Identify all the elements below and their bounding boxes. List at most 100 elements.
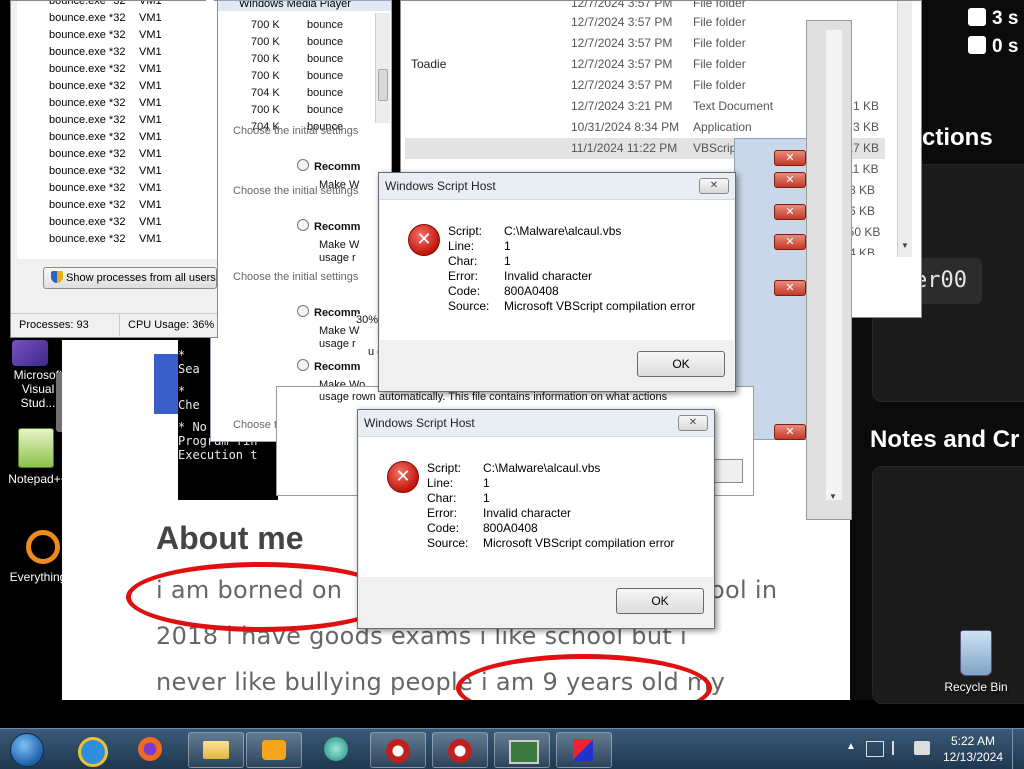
table-row[interactable]: bounce.exe *32 VM1 (17, 27, 217, 44)
show-all-processes-button[interactable]: Show processes from all users (43, 267, 217, 289)
table-row[interactable]: bounce.exe *32 VM1 (17, 197, 217, 214)
window-button[interactable] (713, 459, 743, 483)
taskbar-media-player[interactable] (246, 732, 302, 768)
radio-icon (297, 305, 309, 317)
table-row[interactable]: bounce.exe *32 VM1 (17, 78, 217, 95)
processes-count: Processes: 93 (19, 319, 89, 331)
computer-monitor-icon (509, 740, 539, 764)
show-desktop-button[interactable] (1012, 729, 1024, 769)
table-row[interactable]: bounce.exe *32 VM1 (17, 180, 217, 197)
error-icon: ✕ (387, 461, 419, 493)
dialog-titlebar[interactable]: Windows Script Host ✕ (379, 173, 735, 200)
folder-icon (203, 741, 229, 759)
table-row[interactable]: bounce.exe *32 VM1 (17, 10, 217, 27)
recycle-bin-icon (960, 630, 992, 676)
taskbar-firefox[interactable] (126, 731, 174, 767)
volume-muted-icon[interactable] (914, 741, 930, 755)
app-icon (324, 737, 348, 761)
recommended-option-1[interactable]: Recomm (297, 159, 360, 173)
network-icon[interactable] (866, 741, 884, 757)
proc-name: bounce (307, 19, 344, 31)
table-row[interactable]: bounce.exe *32 VM1 (17, 95, 217, 112)
choose-settings-text: Choose the initial settings (233, 185, 359, 197)
error-source: Microsoft VBScript compilation error (483, 536, 675, 550)
error-code: 800A0408 (504, 284, 559, 298)
media-player-title: Windows Media Player (211, 1, 391, 11)
close-button[interactable]: ✕ (774, 234, 806, 250)
recommended-option-3[interactable]: Recomm (297, 305, 360, 319)
option-desc: Make W (319, 239, 360, 251)
table-row[interactable]: bounce.exe *32 VM1 (17, 61, 217, 78)
mem-value: 704 K (251, 87, 280, 99)
desktop-icon-recycle-bin[interactable]: Recycle Bin (938, 630, 1014, 694)
cpu-usage: CPU Usage: 36% (119, 314, 214, 336)
table-row[interactable]: bounce.exe *32 VM1 (17, 163, 217, 180)
process-list[interactable]: bounce.exe *32 VM1 bounce.exe *32 VM1 boun… (17, 1, 217, 259)
recommended-option-4[interactable]: Recomm (297, 359, 360, 373)
close-button[interactable]: ✕ (774, 204, 806, 220)
radio-icon (297, 219, 309, 231)
table-row[interactable]: bounce.exe *32 VM1 (17, 112, 217, 129)
start-button[interactable] (4, 729, 48, 769)
ok-button[interactable]: OK (616, 588, 704, 614)
vertical-scrollbar[interactable]: ▼ (826, 30, 842, 501)
tray-expand-icon[interactable]: ▲ (846, 741, 856, 752)
progress-percent: 30% (356, 314, 379, 326)
taskbar-explorer[interactable] (188, 732, 244, 768)
close-button[interactable]: ✕ (774, 280, 806, 296)
red-target-icon (448, 739, 472, 763)
table-row[interactable]: bounce.exe *32 VM1 (17, 231, 217, 248)
taskbar-app[interactable] (312, 731, 360, 767)
dialog-titlebar[interactable]: Windows Script Host ✕ (358, 410, 714, 437)
close-button[interactable]: ✕ (774, 424, 806, 440)
flag-icon[interactable] (892, 741, 908, 755)
radio-icon (297, 359, 309, 371)
clock[interactable]: 5:22 AM 12/13/2024 (938, 734, 1008, 764)
task-manager-statusbar: Processes: 93 CPU Usage: 36% (11, 313, 217, 336)
line-number: 1 (504, 239, 511, 253)
option-desc: Make W (319, 325, 360, 337)
close-button[interactable]: ✕ (774, 172, 806, 188)
mem-value: 700 K (251, 53, 280, 65)
proc-name: bounce (307, 87, 344, 99)
about-line-1-end: ool in (710, 576, 778, 604)
error-icon: ✕ (408, 224, 440, 256)
page-blue-block (154, 354, 178, 414)
close-icon[interactable]: ✕ (678, 415, 708, 431)
char-number: 1 (483, 491, 490, 505)
stat-row-1: 3 s (968, 8, 1018, 30)
red-annotation-ellipse-2 (456, 654, 712, 700)
proc-name: bounce (307, 36, 344, 48)
taskbar-ie[interactable] (66, 731, 114, 767)
scroll-thumb[interactable] (378, 69, 388, 101)
option-desc: usage r (319, 252, 356, 264)
taskbar-window-2[interactable] (432, 732, 488, 768)
about-title: About me (156, 520, 304, 556)
table-row[interactable]: bounce.exe *32 VM1 (17, 44, 217, 61)
red-target-icon (386, 739, 410, 763)
table-row[interactable]: bounce.exe *32 VM1 (17, 129, 217, 146)
table-row[interactable]: bounce.exe *32 VM1 (17, 1, 217, 10)
mem-value: 700 K (251, 36, 280, 48)
table-row[interactable]: bounce.exe *32 VM1 (17, 214, 217, 231)
task-manager-window: bounce.exe *32 VM1 bounce.exe *32 VM1 boun… (10, 0, 218, 338)
ok-button[interactable]: OK (637, 351, 725, 377)
clock-time: 5:22 AM (950, 734, 996, 748)
explorer-scrollbar[interactable]: ▼ (897, 1, 912, 257)
proc-name: bounce (307, 104, 344, 116)
list-icon (968, 36, 986, 54)
script-path: C:\Malware\alcaul.vbs (504, 224, 622, 238)
table-row[interactable]: bounce.exe *32 VM1 (17, 146, 217, 163)
media-scrollbar[interactable] (375, 13, 390, 123)
close-button[interactable]: ✕ (774, 150, 806, 166)
taskbar-window-1[interactable] (370, 732, 426, 768)
script-error-dialog-1: Windows Script Host ✕ ✕ Script: C:\Malwar… (378, 172, 736, 392)
scroll-down-arrow-icon[interactable]: ▼ (901, 241, 909, 250)
close-icon[interactable]: ✕ (699, 178, 729, 194)
recommended-option-2[interactable]: Recomm (297, 219, 360, 233)
char-number: 1 (504, 254, 511, 268)
taskbar-window-3[interactable] (494, 732, 550, 768)
taskbar-window-4[interactable] (556, 732, 612, 768)
scroll-down-arrow-icon[interactable]: ▼ (829, 492, 837, 501)
choose-settings-text: Choose the initial settings (233, 125, 359, 137)
